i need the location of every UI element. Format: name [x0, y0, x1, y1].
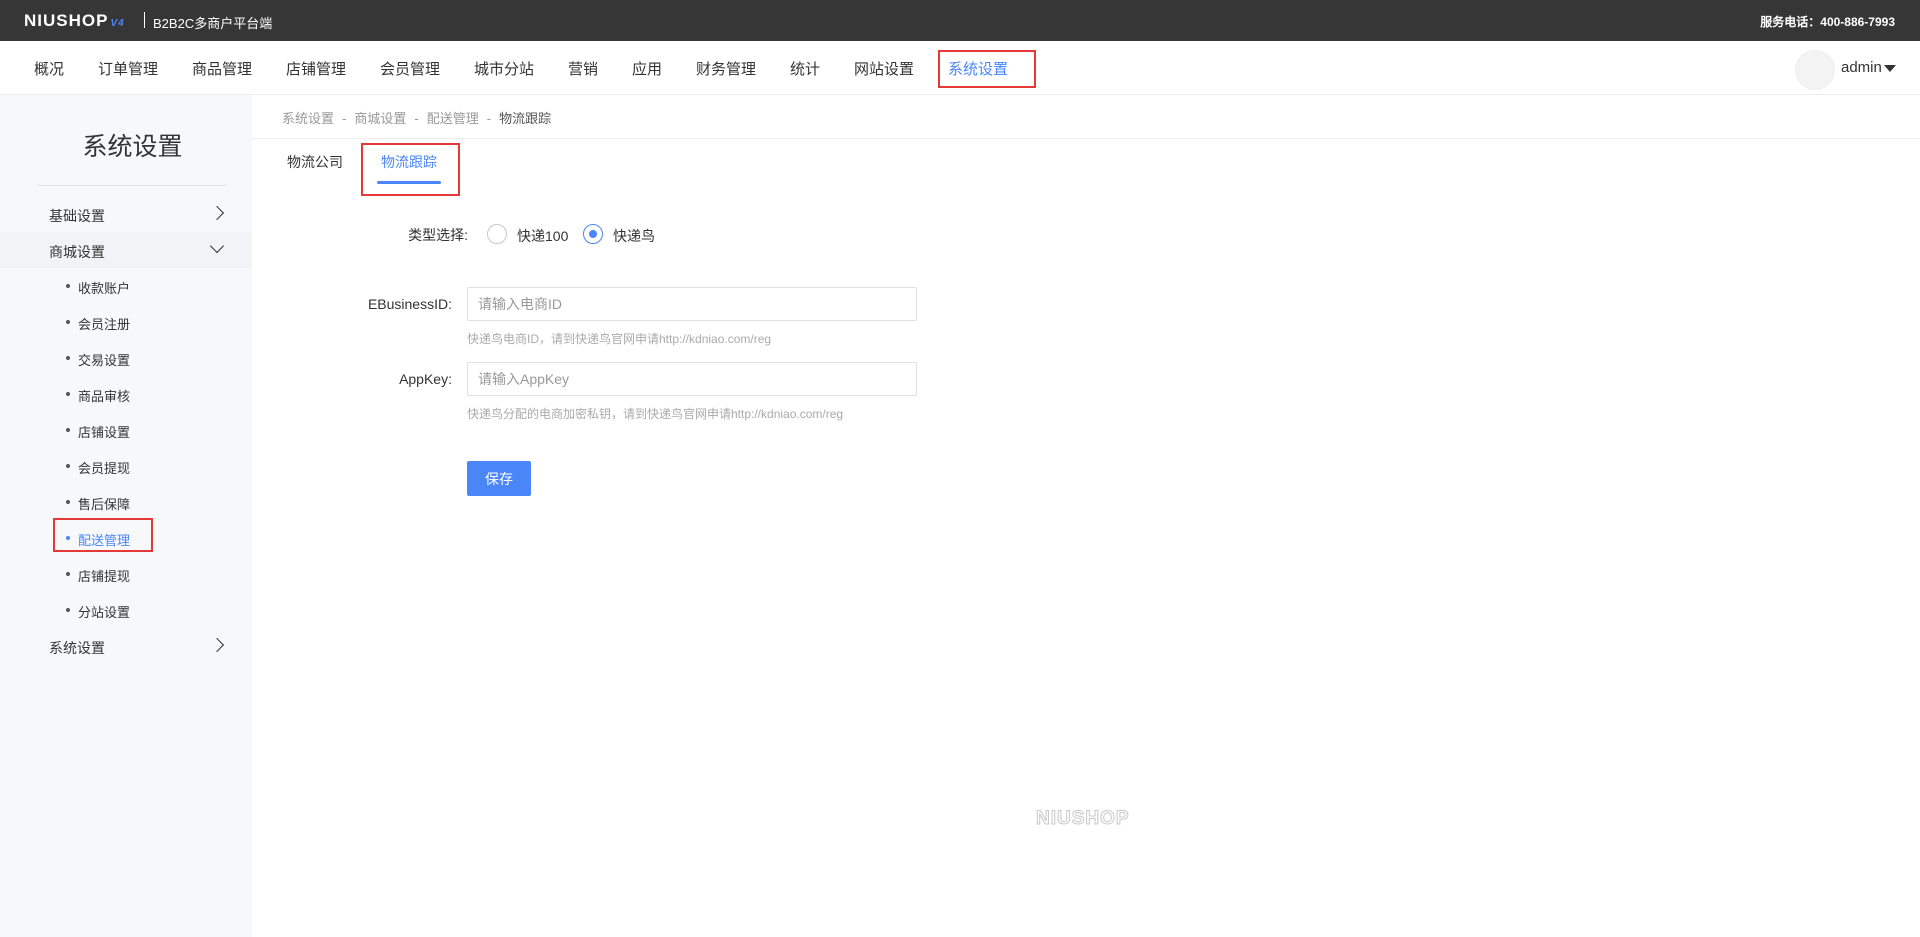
radio-kuaidi100[interactable]	[487, 224, 507, 244]
sidebar-item-label: 交易设置	[78, 353, 131, 368]
nav-item-shops[interactable]: 店铺管理	[286, 58, 346, 79]
sidebar-item-label: 店铺设置	[78, 425, 131, 440]
nav-item-finance[interactable]: 财务管理	[696, 58, 756, 79]
bullet-icon	[66, 572, 70, 576]
breadcrumb-separator: -	[342, 111, 347, 126]
sidebar-item-shop-settings[interactable]: 店铺设置	[0, 412, 252, 448]
ebusiness-id-input[interactable]	[467, 287, 917, 321]
radio-kuaidi100-label[interactable]: 快递100	[517, 226, 568, 246]
sidebar-item-after-sale[interactable]: 售后保障	[0, 484, 252, 520]
platform-subtitle: B2B2C多商户平台端	[153, 16, 273, 31]
avatar[interactable]	[1795, 50, 1835, 90]
top-bar: NIUSHOP V4 B2B2C多商户平台端 服务电话：400-886-7993	[0, 0, 1920, 41]
sidebar-item-label: 会员提现	[78, 461, 131, 476]
breadcrumb: 系统设置 - 商城设置 - 配送管理 - 物流跟踪	[282, 108, 551, 127]
sidebar-item-station-settings[interactable]: 分站设置	[0, 592, 252, 628]
sidebar-item-label: 收款账户	[78, 281, 131, 296]
ebusiness-id-hint: 快递鸟电商ID，请到快递鸟官网申请http://kdniao.com/reg	[467, 332, 772, 346]
bullet-icon	[66, 608, 70, 612]
chevron-down-icon	[209, 238, 225, 254]
highlight-box-nav	[938, 50, 1036, 88]
sidebar-group-label: 基础设置	[49, 208, 105, 224]
sidebar-item-label: 店铺提现	[78, 569, 131, 584]
bullet-icon	[66, 284, 70, 288]
save-button[interactable]: 保存	[467, 461, 531, 496]
nav-item-apps[interactable]: 应用	[632, 58, 662, 79]
bullet-icon	[66, 392, 70, 396]
nav-item-marketing[interactable]: 营销	[568, 58, 598, 79]
bullet-icon	[66, 500, 70, 504]
niushop-logo[interactable]: NIUSHOP V4	[24, 11, 125, 31]
logo-divider	[144, 12, 145, 28]
breadcrumb-item[interactable]: 商城设置	[354, 111, 406, 126]
ebusiness-id-label: EBusinessID:	[367, 296, 452, 312]
chevron-right-icon	[209, 637, 225, 653]
radio-kdniao-label[interactable]: 快递鸟	[613, 226, 655, 246]
user-name[interactable]: admin	[1841, 59, 1882, 76]
breadcrumb-divider	[252, 138, 1920, 139]
nav-item-site-settings[interactable]: 网站设置	[854, 58, 914, 79]
appkey-label: AppKey:	[399, 371, 452, 387]
highlight-box-tab	[361, 143, 460, 196]
sidebar-item-label: 分站设置	[78, 605, 131, 620]
breadcrumb-separator: -	[486, 111, 492, 126]
appkey-input[interactable]	[467, 362, 917, 396]
sidebar-divider	[37, 185, 227, 186]
bullet-icon	[66, 356, 70, 360]
sidebar-item-label: 售后保障	[78, 497, 131, 512]
sidebar-group-label: 商城设置	[49, 244, 105, 260]
bullet-icon	[66, 464, 70, 468]
sidebar: 系统设置 基础设置 商城设置 收款账户 会员注册 交易设置 商品审核 店铺设置 …	[0, 95, 252, 937]
nav-item-orders[interactable]: 订单管理	[98, 58, 158, 79]
sidebar-item-member-register[interactable]: 会员注册	[0, 304, 252, 340]
footer-logo: NIUSHOP	[1036, 808, 1130, 830]
breadcrumb-item[interactable]: 配送管理	[427, 111, 479, 126]
radio-kdniao[interactable]	[583, 224, 603, 244]
service-phone: 服务电话：400-886-7993	[1760, 15, 1895, 29]
sidebar-item-member-withdraw[interactable]: 会员提现	[0, 448, 252, 484]
sidebar-title: 系统设置	[82, 133, 183, 161]
breadcrumb-current: 物流跟踪	[499, 111, 552, 126]
sidebar-item-goods-review[interactable]: 商品审核	[0, 376, 252, 412]
highlight-box-sidebar	[53, 518, 153, 552]
logo-text: NIUSHOP	[24, 11, 109, 30]
nav-item-overview[interactable]: 概况	[34, 58, 64, 79]
sidebar-group-label: 系统设置	[49, 640, 105, 656]
sidebar-item-payment-account[interactable]: 收款账户	[0, 268, 252, 304]
chevron-right-icon	[209, 205, 225, 221]
breadcrumb-item[interactable]: 系统设置	[282, 111, 334, 126]
main-nav: 概况 订单管理 商品管理 店铺管理 会员管理 城市分站 营销 应用 财务管理 统…	[0, 41, 1920, 95]
sidebar-group-mall[interactable]: 商城设置	[0, 232, 252, 268]
tab-logistics-company[interactable]: 物流公司	[287, 152, 343, 172]
bullet-icon	[66, 320, 70, 324]
logo-version: V4	[110, 18, 125, 29]
sidebar-item-trade-settings[interactable]: 交易设置	[0, 340, 252, 376]
nav-item-stats[interactable]: 统计	[790, 58, 820, 79]
breadcrumb-separator: -	[414, 111, 419, 126]
sidebar-item-label: 商品审核	[78, 389, 131, 404]
appkey-hint: 快递鸟分配的电商加密私钥，请到快递鸟官网申请http://kdniao.com/…	[467, 407, 844, 421]
sidebar-item-shop-withdraw[interactable]: 店铺提现	[0, 556, 252, 592]
sidebar-group-system[interactable]: 系统设置	[0, 628, 252, 664]
type-select-label: 类型选择:	[408, 227, 468, 243]
sidebar-group-basic[interactable]: 基础设置	[0, 196, 252, 232]
bullet-icon	[66, 428, 70, 432]
nav-item-city-station[interactable]: 城市分站	[474, 58, 534, 79]
caret-down-icon[interactable]	[1884, 65, 1896, 72]
nav-item-goods[interactable]: 商品管理	[192, 58, 252, 79]
sidebar-item-label: 会员注册	[78, 317, 131, 332]
nav-item-members[interactable]: 会员管理	[380, 58, 440, 79]
